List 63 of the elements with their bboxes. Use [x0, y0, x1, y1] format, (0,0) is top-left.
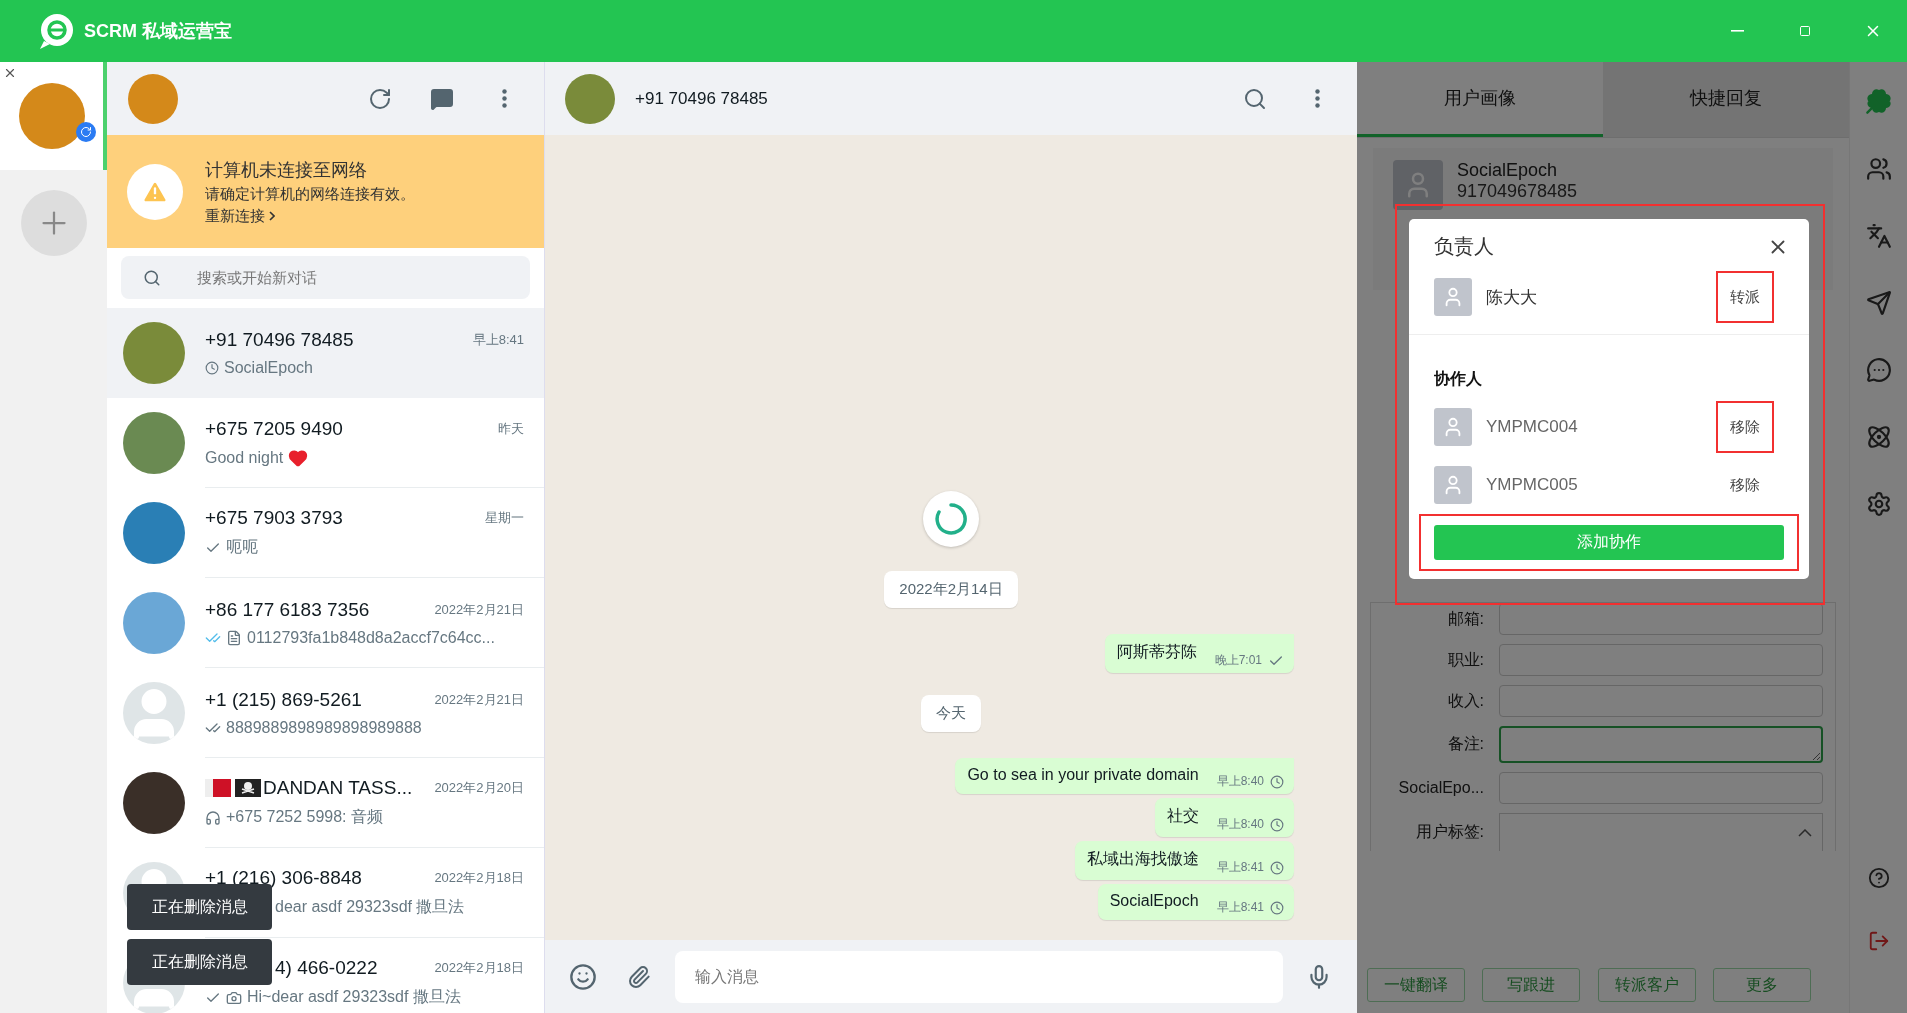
- message-text: 社交: [1166, 806, 1199, 826]
- message-preview: dear asdf 29323sdf 撒旦法: [275, 897, 465, 917]
- field-label: 职业:: [1446, 649, 1484, 670]
- contact-name: DANDAN TASS...: [263, 777, 413, 799]
- contact-name: +91 70496 78485: [205, 328, 354, 351]
- app-title: SCRM 私域运营宝: [84, 20, 232, 43]
- date-label: 今天: [921, 695, 981, 732]
- profile-phone: 917049678485: [1457, 181, 1578, 202]
- field-label: SocialEpo...: [1397, 779, 1484, 797]
- chat-title: +91 70496 78485: [635, 88, 768, 109]
- contact-name: 4) 466-0222: [275, 957, 378, 979]
- chat-time: 早上8:41: [472, 330, 524, 349]
- contact-name: +675 7205 9490: [205, 417, 343, 440]
- chat-time: 2022年2月21日: [434, 600, 524, 619]
- message-text: 私域出海找傲途: [1086, 849, 1199, 869]
- message-input[interactable]: 输入消息: [675, 950, 1283, 1003]
- chat-time: 2022年2月18日: [434, 959, 524, 977]
- chat-time: 2022年2月18日: [434, 869, 524, 887]
- person-name: YMPMC004: [1486, 417, 1578, 437]
- chat-list-item[interactable]: +91 70496 78485 早上8:41 SocialEpoch: [107, 308, 544, 398]
- message-preview: 8889889898989898989888: [226, 718, 422, 737]
- chat-time: 星期一: [485, 509, 524, 527]
- field-label: 邮箱:: [1446, 608, 1484, 629]
- message-text: 阿斯蒂芬陈: [1116, 642, 1197, 662]
- chat-time: 昨天: [498, 419, 524, 438]
- contact-name: +86 177 6183 7356: [205, 598, 370, 621]
- field-label: 备注:: [1446, 734, 1484, 754]
- profile-name: SocialEpoch: [1457, 160, 1559, 181]
- contact-name: +1 (215) 869-5261: [205, 688, 362, 711]
- message-preview: SocialEpoch: [224, 358, 313, 377]
- date-label: 2022年2月14日: [884, 571, 1018, 608]
- tab[interactable]: 快捷回复: [1603, 62, 1849, 137]
- person-name: YMPMC005: [1486, 475, 1578, 495]
- message-preview: 0112793fa1b848d8a2accf7c64cc...: [247, 628, 495, 647]
- message-preview: Hi~dear asdf 29323sdf 撒旦法: [247, 987, 461, 1007]
- search-input[interactable]: 搜索或开始新对话: [195, 268, 508, 287]
- banner-message: 请确定计算机的网络连接有效。: [205, 184, 415, 204]
- message-time: 晚上7:01: [1214, 652, 1262, 669]
- search-field[interactable]: 搜索或开始新对话: [121, 256, 530, 299]
- message-text: Go to sea in your private domain: [967, 766, 1199, 785]
- message-preview: Good night: [205, 448, 284, 467]
- remove-button[interactable]: 移除: [1716, 459, 1774, 511]
- message-time: 早上8:41: [1216, 859, 1264, 876]
- message-time: 早上8:41: [1216, 899, 1264, 916]
- person-name: 陈大大: [1486, 286, 1537, 309]
- remove-button[interactable]: 移除: [1716, 401, 1774, 453]
- dialog-title: 负责人: [1434, 234, 1494, 259]
- chat-time: 2022年2月21日: [434, 690, 524, 709]
- field-label: 收入:: [1446, 690, 1484, 711]
- message-text: SocialEpoch: [1109, 892, 1199, 911]
- message-preview: 呃呃: [226, 537, 258, 557]
- banner-title: 计算机未连接至网络: [205, 158, 368, 182]
- toast: 正在删除消息: [127, 939, 272, 985]
- message-time: 早上8:40: [1216, 816, 1264, 833]
- toast: 正在删除消息: [127, 884, 272, 930]
- message-preview: +675 7252 5998: 音频: [226, 807, 383, 827]
- reconnect-link[interactable]: 重新连接: [205, 206, 415, 226]
- section-title: 协作人: [1433, 369, 1483, 389]
- transfer-button[interactable]: 转派: [1716, 271, 1774, 323]
- contact-name: +675 7903 3793: [205, 507, 343, 529]
- field-label: 用户标签:: [1414, 821, 1484, 842]
- message-time: 早上8:40: [1216, 773, 1264, 790]
- chat-time: 2022年2月20日: [434, 779, 524, 797]
